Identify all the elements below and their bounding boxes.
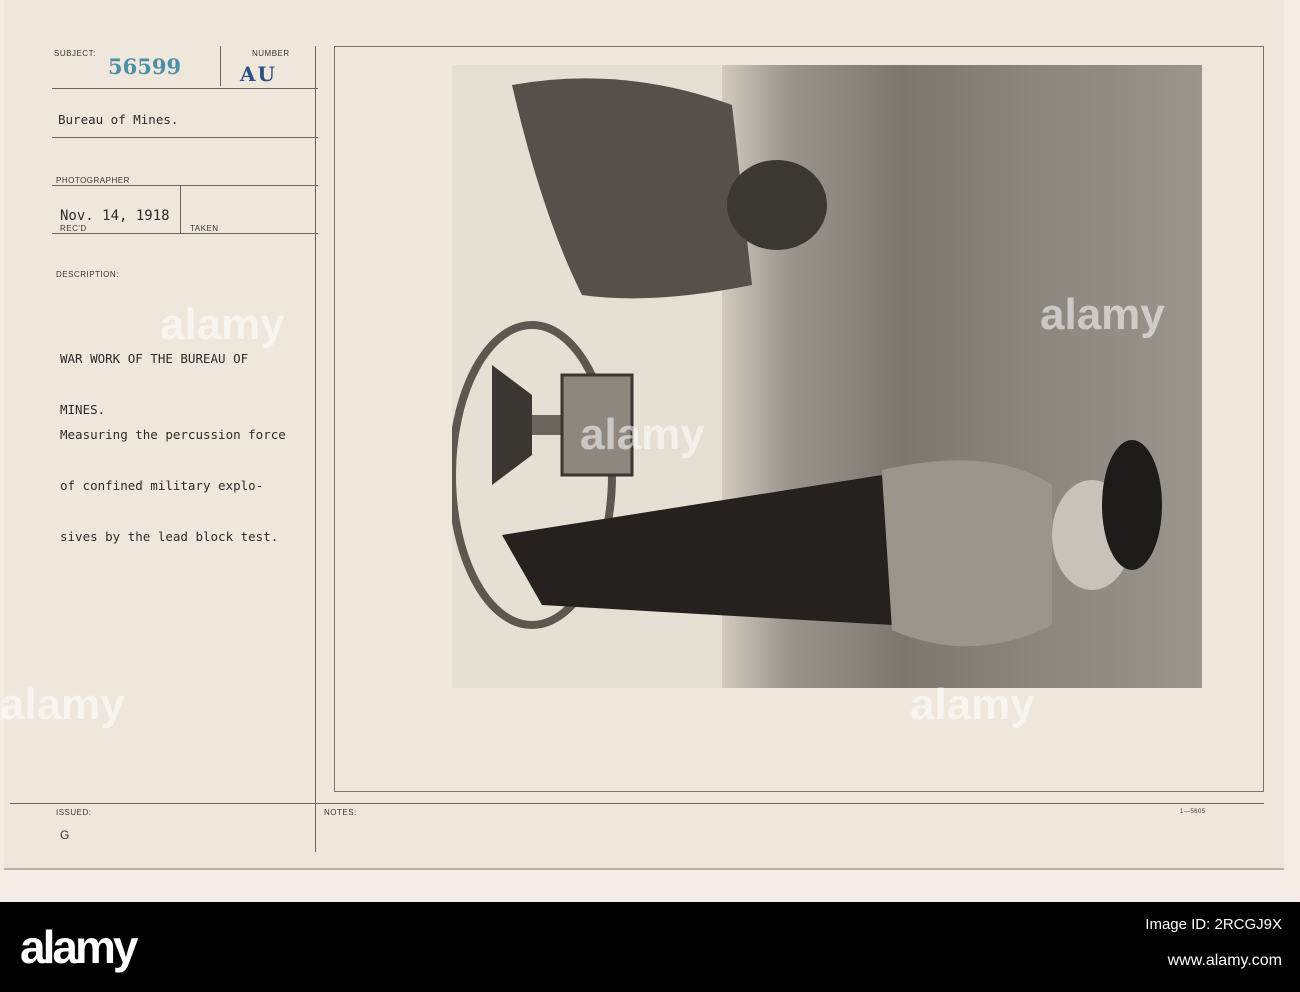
watermark: alamy (910, 680, 1035, 729)
issued-label: ISSUED: (56, 808, 92, 817)
alamy-logo: alamy (20, 921, 138, 973)
standing-man-shirt (882, 460, 1052, 647)
subject-number: 56599 (108, 54, 182, 79)
watermark: alamy (0, 680, 125, 729)
agency: Bureau of Mines. (58, 112, 179, 127)
divider (52, 233, 318, 234)
image-id: Image ID: 2RCGJ9X (1145, 916, 1282, 933)
hat (727, 160, 827, 250)
description-line: of confined military explo- (60, 478, 264, 493)
date: Nov. 14, 1918 (60, 208, 170, 224)
description-body: Measuring the percussion force of confin… (60, 392, 286, 579)
divider (52, 137, 318, 138)
divider (52, 88, 318, 89)
notes-label: NOTES: (324, 808, 357, 817)
watermark: alamy (1040, 290, 1165, 339)
divider (180, 185, 181, 233)
photo-scene (452, 65, 1162, 688)
watermark: alamy (580, 410, 705, 459)
issued-value: G (60, 828, 70, 842)
description-label: DESCRIPTION: (56, 270, 119, 279)
divider (10, 803, 1264, 804)
description-line: WAR WORK OF THE BUREAU OF (60, 351, 249, 366)
watermark: alamy (160, 300, 285, 349)
description-line: Measuring the percussion force (60, 427, 286, 442)
number-value: AU (240, 62, 277, 86)
photograph (452, 65, 1202, 688)
stem (532, 415, 562, 435)
footer-bar: alamy Image ID: 2RCGJ9X www.alamy.com (0, 902, 1300, 992)
column-divider (315, 46, 316, 852)
divider (220, 46, 221, 86)
divider (52, 185, 318, 186)
photographer-label: PHOTOGRAPHER (56, 176, 130, 185)
taken-label: TAKEN (190, 224, 219, 233)
subject-label: SUBJECT: (54, 49, 96, 58)
form-number: 1—5605 (1180, 809, 1206, 815)
description-line: sives by the lead block test. (60, 529, 279, 544)
hat (1102, 440, 1162, 570)
recd-label: REC'D (60, 224, 87, 233)
site-url[interactable]: www.alamy.com (1168, 952, 1282, 970)
number-label: NUMBER (252, 49, 290, 58)
